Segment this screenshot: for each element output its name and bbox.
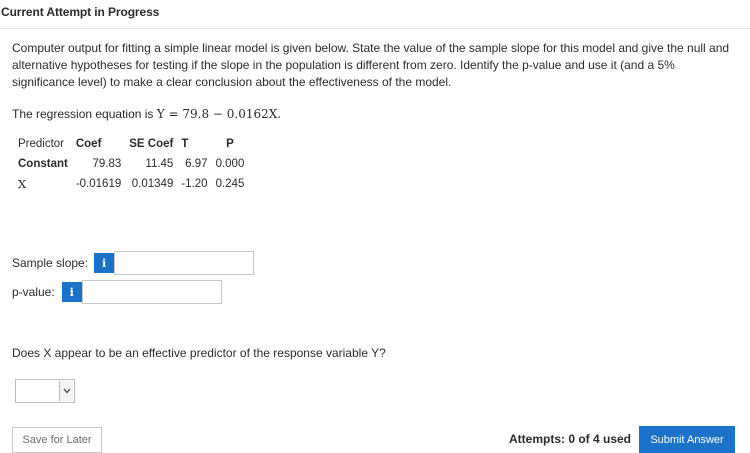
cell-t: 6.97 (185, 158, 208, 170)
table-row: Constant 79.83 11.45 6.97 0.000 (14, 154, 248, 174)
header-p: P (226, 138, 234, 150)
sample-slope-input[interactable] (114, 251, 255, 275)
question2-text: Does X appear to be an effective predict… (12, 346, 386, 360)
info-icon[interactable]: i (61, 282, 82, 302)
sample-slope-label: Sample slope: (12, 256, 89, 270)
info-icon[interactable]: i (94, 253, 115, 273)
cell-t: -1.20 (181, 178, 208, 190)
attempt-title: Current Attempt in Progress (1, 5, 160, 19)
row-label-constant: Constant (18, 158, 68, 170)
regression-table-header: Predictor Coef SE Coef T P (14, 134, 248, 154)
header-se-coef: SE Coef (129, 138, 174, 150)
regression-equation-formula: Y = 79.8 − 0.0162X. (156, 107, 282, 121)
header-t: T (181, 138, 189, 150)
question-text: Computer output for fitting a simple lin… (12, 41, 730, 89)
header-predictor: Predictor (18, 138, 65, 150)
row-label-x: X (18, 177, 27, 191)
answer-dropdown[interactable] (15, 379, 75, 403)
regression-equation-prefix: The regression equation is (12, 107, 157, 121)
sample-slope-row: Sample slope: i (12, 251, 255, 275)
attempt-header: Current Attempt in Progress (0, 0, 750, 29)
cell-p: 0.245 (215, 178, 245, 190)
cell-se-coef: 0.01349 (131, 178, 174, 190)
pvalue-input[interactable] (81, 280, 222, 304)
pvalue-row: p-value: i (12, 280, 222, 304)
cell-p: 0.000 (215, 158, 245, 170)
regression-equation: The regression equation is Y = 79.8 − 0.… (12, 107, 281, 121)
chevron-down-icon[interactable] (59, 381, 73, 401)
pvalue-label: p-value: (12, 285, 55, 299)
table-row: X -0.01619 0.01349 -1.20 0.245 (14, 174, 248, 194)
save-for-later-button[interactable]: Save for Later (12, 427, 102, 453)
cell-se-coef: 11.45 (145, 158, 174, 170)
submit-answer-button[interactable]: Submit Answer (639, 426, 735, 453)
header-coef: Coef (75, 138, 102, 150)
cell-coef: -0.01619 (75, 178, 122, 190)
attempts-counter: Attempts: 0 of 4 used (509, 432, 632, 446)
regression-table: Predictor Coef SE Coef T P Constant 79.8… (14, 134, 248, 194)
cell-coef: 79.83 (92, 158, 122, 170)
